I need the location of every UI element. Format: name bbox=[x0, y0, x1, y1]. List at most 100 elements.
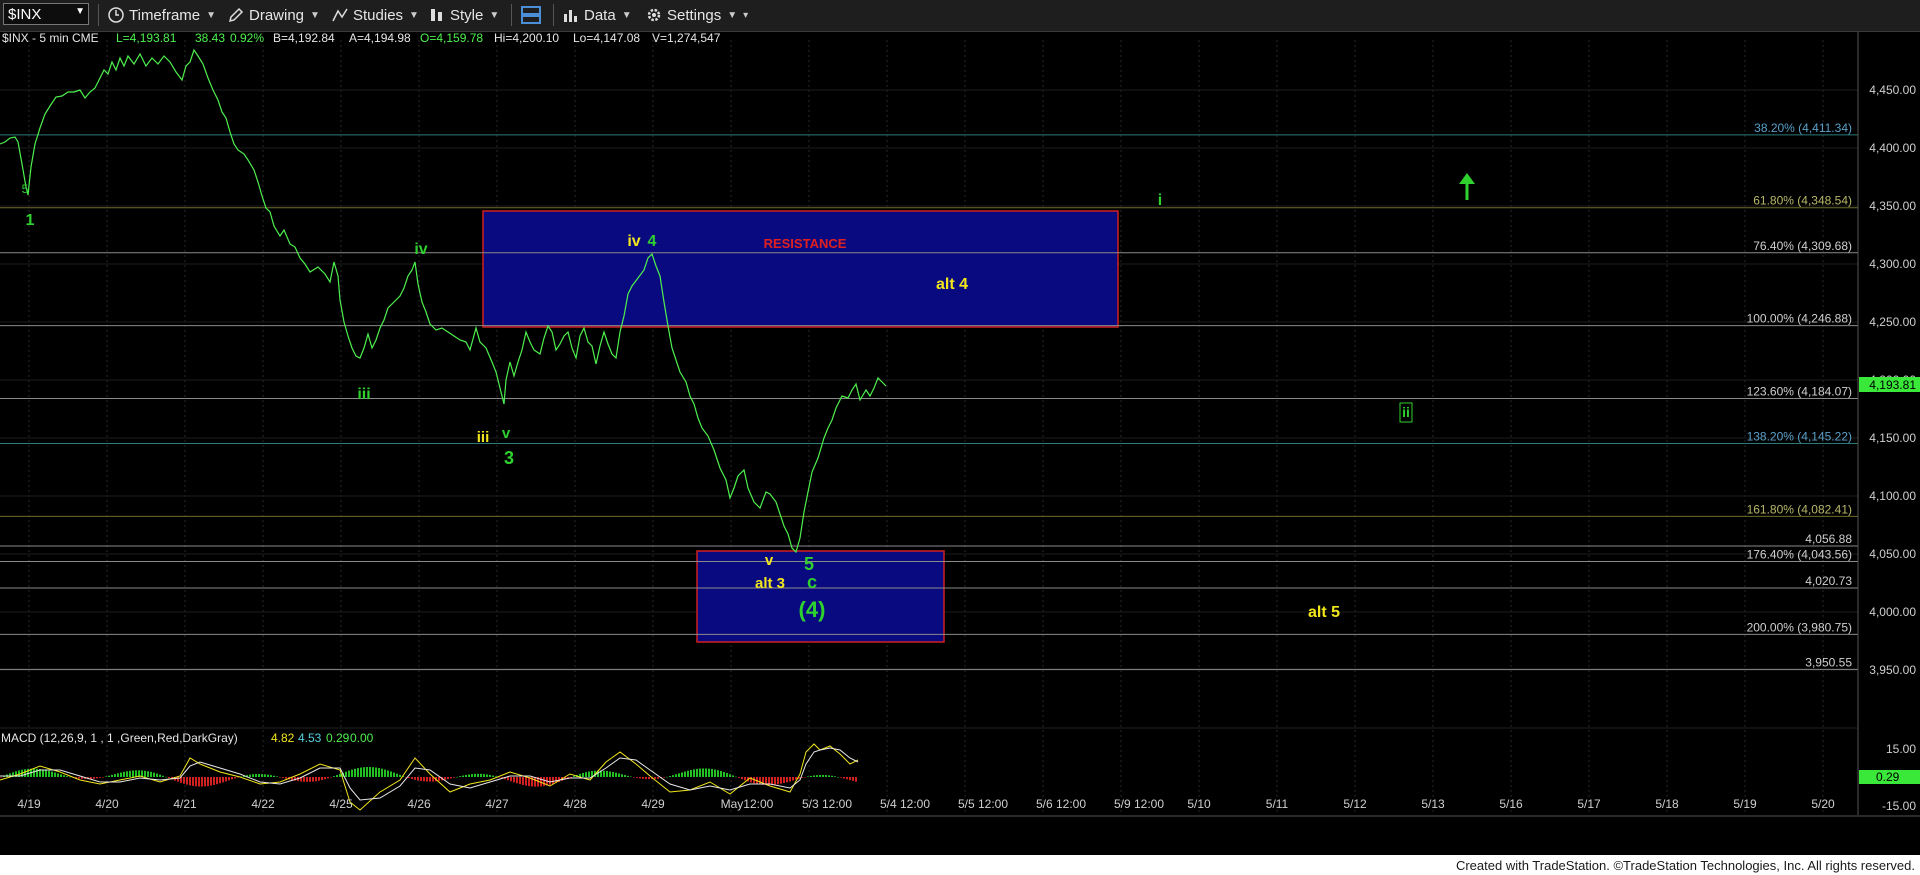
macd-bar bbox=[351, 769, 353, 777]
macd-bar bbox=[648, 777, 650, 780]
price-tick: 3,950.00 bbox=[1869, 663, 1916, 677]
macd-bar bbox=[420, 777, 422, 781]
macd-value: 4.82 bbox=[271, 731, 295, 745]
overflow-icon[interactable]: ▾ bbox=[743, 10, 748, 21]
macd-bar bbox=[0, 777, 2, 778]
macd-axis-tick: -15.00 bbox=[1882, 799, 1916, 813]
macd-bar bbox=[693, 769, 695, 777]
macd-signal-value: 4.53 bbox=[298, 731, 322, 745]
time-tick: 4/27 bbox=[485, 797, 509, 811]
macd-bar bbox=[42, 769, 44, 777]
style-label: Style bbox=[450, 6, 484, 24]
macd-bar bbox=[276, 776, 278, 777]
macd-bar bbox=[507, 777, 509, 781]
macd-bar bbox=[186, 777, 188, 785]
macd-bar bbox=[720, 771, 722, 777]
macd-bar bbox=[411, 777, 413, 779]
macd-bar bbox=[759, 777, 761, 785]
macd-bar bbox=[510, 777, 512, 782]
macd-bar bbox=[210, 777, 212, 786]
last-price-text: 4,193.81 bbox=[1869, 378, 1916, 392]
macd-bar bbox=[51, 771, 53, 777]
macd-bar bbox=[378, 768, 380, 777]
wave-label: 5 bbox=[804, 554, 814, 574]
macd-bar bbox=[588, 771, 590, 777]
wave-label: 5 bbox=[22, 182, 29, 196]
macd-bar bbox=[468, 774, 470, 777]
macd-bar bbox=[366, 767, 368, 777]
time-tick: 5/18 bbox=[1655, 797, 1679, 811]
macd-bar bbox=[810, 775, 812, 777]
macd-bar bbox=[231, 777, 233, 780]
style-menu[interactable]: Style ▼ bbox=[428, 3, 499, 27]
macd-bar bbox=[228, 777, 230, 781]
wave-label: c bbox=[807, 572, 817, 592]
gear-icon bbox=[647, 8, 661, 22]
macd-bar bbox=[663, 777, 665, 778]
layout-button[interactable] bbox=[520, 3, 542, 27]
macd-bar bbox=[678, 773, 680, 777]
macd-bar bbox=[312, 777, 314, 782]
macd-bar bbox=[819, 774, 821, 777]
macd-bar bbox=[516, 777, 518, 784]
macd-bar bbox=[390, 771, 392, 777]
macd-bar bbox=[603, 770, 605, 777]
macd-bar bbox=[645, 777, 647, 780]
symbol-input[interactable]: $INX ▼ bbox=[3, 3, 89, 25]
macd-bar bbox=[372, 767, 374, 777]
price-chart[interactable]: RESISTANCE 38.20% (4,411.34) 61.80% (4,34… bbox=[0, 32, 1920, 855]
macd-bar bbox=[120, 772, 122, 777]
price-tick: 4,100.00 bbox=[1869, 489, 1916, 503]
wave-label: v bbox=[765, 552, 774, 569]
wave-label: iii bbox=[477, 429, 490, 446]
timeframe-menu[interactable]: Timeframe ▼ bbox=[107, 3, 216, 27]
macd-bar bbox=[315, 777, 317, 782]
macd-bar bbox=[717, 770, 719, 777]
macd-bar bbox=[837, 776, 839, 778]
time-tick: 5/5 12:00 bbox=[958, 797, 1008, 811]
macd-bar bbox=[258, 773, 260, 777]
macd-bar bbox=[792, 777, 794, 781]
wave-label: i bbox=[1158, 192, 1162, 209]
pct-change: 0.92% bbox=[230, 32, 264, 45]
studies-menu[interactable]: Studies ▼ bbox=[331, 3, 419, 27]
macd-bar bbox=[426, 777, 428, 782]
macd-bar bbox=[102, 777, 104, 778]
macd-bar bbox=[726, 773, 728, 777]
macd-bar bbox=[57, 773, 59, 777]
macd-bar bbox=[675, 774, 677, 777]
time-tick: 4/19 bbox=[17, 797, 41, 811]
macd-bar bbox=[270, 775, 272, 777]
last-value: L=4,193.81 bbox=[116, 32, 177, 45]
macd-bar bbox=[393, 772, 395, 777]
macd-bar bbox=[627, 775, 629, 777]
data-menu[interactable]: Data ▼ bbox=[562, 3, 632, 27]
macd-bar bbox=[201, 777, 203, 787]
ask-value: A=4,194.98 bbox=[349, 32, 411, 45]
macd-bar bbox=[570, 777, 572, 778]
settings-menu[interactable]: Settings ▼ ▾ bbox=[645, 3, 748, 27]
macd-bar bbox=[327, 777, 329, 779]
symbol-dropdown-icon[interactable]: ▼ bbox=[75, 6, 85, 17]
macd-bar bbox=[519, 777, 521, 785]
macd-bar bbox=[462, 775, 464, 777]
price-tick: 4,300.00 bbox=[1869, 257, 1916, 271]
macd-bar bbox=[324, 777, 326, 780]
macd-bar bbox=[306, 777, 308, 782]
resistance-box[interactable] bbox=[482, 210, 1119, 328]
wave-label: alt 4 bbox=[936, 276, 968, 293]
drawing-menu[interactable]: Drawing ▼ bbox=[227, 3, 320, 27]
fib-label: 3,950.55 bbox=[1805, 655, 1852, 669]
macd-bar bbox=[78, 777, 80, 779]
time-tick: 5/6 12:00 bbox=[1036, 797, 1086, 811]
time-tick: 4/25 bbox=[329, 797, 353, 811]
macd-bar bbox=[147, 771, 149, 777]
layout-icon bbox=[521, 6, 541, 24]
macd-bar bbox=[150, 771, 152, 777]
macd-bar bbox=[450, 777, 452, 779]
fib-label: 76.40% (4,309.68) bbox=[1753, 239, 1852, 253]
chevron-down-icon: ▼ bbox=[489, 9, 500, 21]
macd-bar bbox=[36, 768, 38, 777]
macd-bar bbox=[657, 777, 659, 779]
macd-bar bbox=[144, 770, 146, 777]
